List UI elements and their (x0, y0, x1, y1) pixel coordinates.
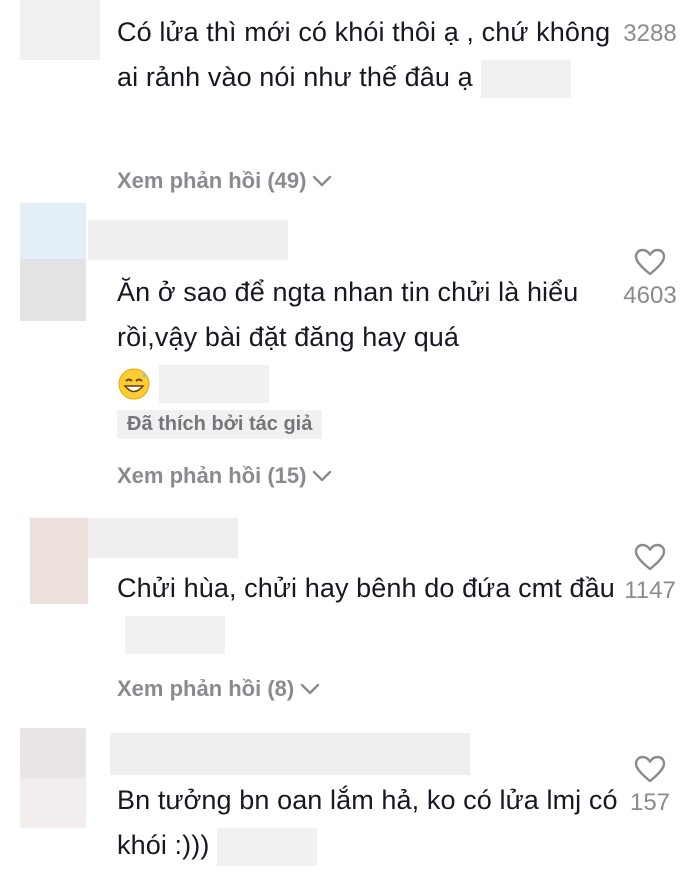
chevron-down-icon (301, 683, 320, 695)
view-replies-button[interactable]: Xem phản hồi (8) (117, 676, 320, 702)
comment-text-content: Ăn ở sao để ngta nhan tin chửi là hiểu r… (117, 277, 579, 352)
username-blur (88, 518, 238, 558)
username-blur (88, 220, 288, 260)
avatar[interactable] (20, 728, 86, 778)
comment-text: Bn tưởng bn oan lắm hả, ko có lửa lmj có… (117, 778, 627, 868)
blurred-content (217, 827, 318, 866)
comment-text: Có lửa thì mới có khói thôi ạ , chứ khôn… (117, 10, 617, 100)
blurred-content (159, 364, 269, 403)
avatar[interactable] (30, 518, 88, 604)
like-count: 1147 (624, 577, 676, 604)
avatar-lower (20, 778, 86, 828)
comment-text-content: Chửi hùa, chửi hay bênh do đứa cmt đầu (117, 573, 615, 603)
heart-outline-icon[interactable] (634, 543, 666, 571)
grinning-sweat-emoji-icon (118, 368, 150, 400)
like-count: 4603 (623, 282, 677, 309)
comment-text: Chửi hùa, chửi hay bênh do đứa cmt đầu (117, 566, 617, 656)
chevron-down-icon (313, 470, 332, 482)
chevron-down-icon (313, 175, 332, 187)
liked-by-creator-badge: Đã thích bởi tác giả (117, 410, 323, 439)
view-replies-label: Xem phản hồi (49) (117, 168, 307, 193)
comment-text: Ăn ở sao để ngta nhan tin chửi là hiểu r… (117, 270, 617, 405)
avatar-lower (20, 259, 86, 321)
like-column: 1147 (614, 543, 686, 605)
blurred-content (125, 615, 225, 654)
heart-outline-icon[interactable] (634, 248, 666, 276)
view-replies-label: Xem phản hồi (15) (117, 463, 307, 488)
avatar[interactable] (20, 203, 86, 259)
like-column: 3288 (614, 20, 686, 48)
view-replies-button[interactable]: Xem phản hồi (49) (117, 168, 332, 194)
like-count: 3288 (623, 20, 677, 47)
like-column: 4603 (614, 248, 686, 310)
like-column: 157 (614, 755, 686, 817)
avatar[interactable] (20, 0, 100, 60)
blurred-content (480, 59, 571, 98)
comment-text-content: Bn tưởng bn oan lắm hả, ko có lửa lmj có… (117, 785, 618, 860)
view-replies-button[interactable]: Xem phản hồi (15) (117, 463, 332, 489)
like-count: 157 (629, 789, 671, 816)
view-replies-label: Xem phản hồi (8) (117, 676, 295, 701)
username-blur (110, 733, 470, 775)
heart-outline-icon[interactable] (634, 755, 666, 783)
